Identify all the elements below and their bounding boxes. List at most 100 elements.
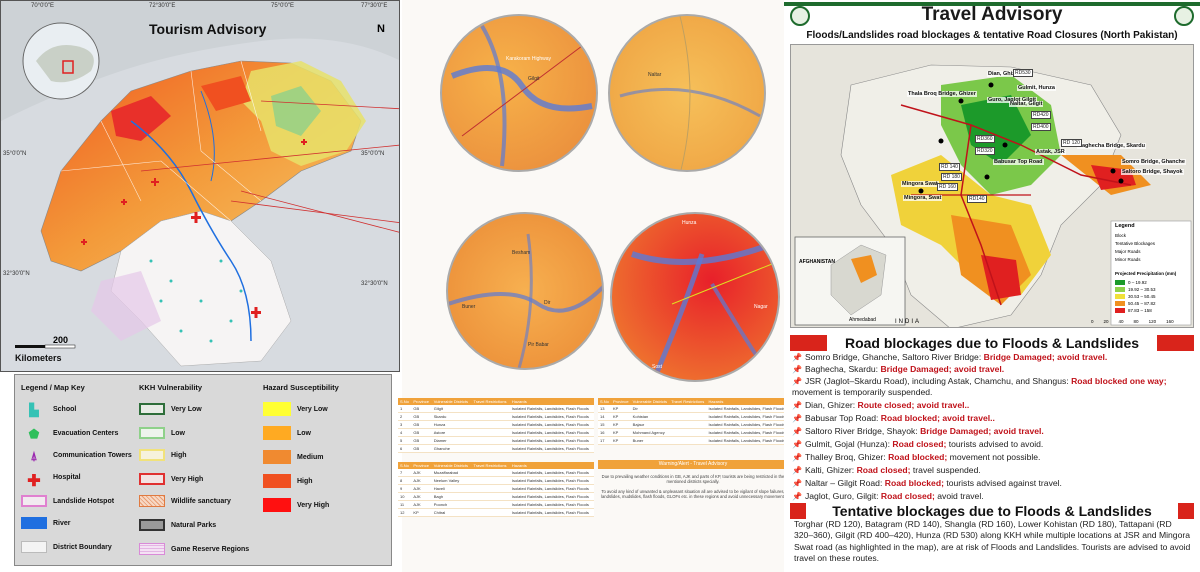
district-table-kp: S.No Province Vulnerable Districts Travel R… <box>598 398 788 445</box>
advisory-title: Travel Advisory <box>921 4 1063 25</box>
lon-label: 77°30'0"E <box>361 3 388 9</box>
hazard-title: Hazard Susceptibility <box>263 383 339 392</box>
kkh-title: KKH Vulnerability <box>139 383 203 392</box>
tourism-advisory-map: Tourism Advisory 70°0'0"E 72°30'0"E 75°0… <box>0 0 400 372</box>
river-swatch <box>21 517 47 529</box>
road-closure-map: Dian, Ghizer Gulmit, Hunza Thala Broq Br… <box>790 44 1194 328</box>
lat-label: 35°0'0"N <box>361 151 385 157</box>
pin-icon: 📌 <box>792 466 802 475</box>
list-item: 📌 Babusar Top Road: Road blocked; avoid t… <box>792 413 995 423</box>
legend-item-evacuation: ⬟ Evacuation Centers <box>21 425 119 441</box>
scale-value: 200 <box>53 335 69 345</box>
list-item: 📌 Baghecha, Skardu: Bridge Damaged; avoid… <box>792 364 1005 374</box>
evacuation-center-icon: ⬟ <box>28 427 40 441</box>
advisory-subtitle: Floods/Landslides road blockages & tenta… <box>806 30 1178 41</box>
hazard-low: Low <box>263 425 311 441</box>
district-table-gb: S.No Province Vulnerable Districts Travel R… <box>398 398 594 453</box>
travel-advisory-panel: Travel Advisory Floods/Landslides road b… <box>784 0 1200 572</box>
communication-tower-icon: ⍋ <box>30 449 38 463</box>
section-header-tentative: Tentative blockages due to Floods & Land… <box>790 501 1194 521</box>
district-boundary-swatch <box>21 541 47 553</box>
pin-icon: 📌 <box>792 427 802 436</box>
table-row: 7 AJK Muzaffarabad Isolated Rainfalls, Land… <box>398 469 594 477</box>
hazard-very-low: Very Low <box>263 401 328 417</box>
list-item: 📌 Thalley Broq, Ghizer: Road blocked; mov… <box>792 452 1041 462</box>
legend-item-hospital: ✚ Hospital <box>21 469 80 490</box>
zoom-circle-buner: Besham Buner Dir Pir Babar <box>446 212 604 370</box>
section-header-blockages: Road blockages due to Floods & Landslide… <box>790 333 1194 353</box>
pin-icon: 📌 <box>792 401 802 410</box>
pin-icon: 📌 <box>792 365 802 374</box>
district-table-ajk: S.No Province Vulnerable Districts Travel R… <box>398 462 594 517</box>
game-reserve: Game Reserve Regions <box>139 541 249 557</box>
kkh-very-high: Very High <box>139 471 203 487</box>
hazard-medium: Medium <box>263 449 323 465</box>
hospital-icon: ✚ <box>27 473 41 490</box>
lat-label: 32°30'0"N <box>3 271 30 277</box>
lat-label: 32°30'0"N <box>361 281 388 287</box>
wildlife-sanctuary: Wildlife sanctuary <box>139 493 231 509</box>
table-row: 15 KP Bajaur Isolated Rainfalls, Landslides… <box>598 420 788 429</box>
list-item: 📌 Kalti, Ghizer: Road closed; travel susp… <box>792 465 981 475</box>
landslide-hotspot-swatch <box>21 495 47 507</box>
table-row: 9 AJK Haveli Isolated Rainfalls, Landslides… <box>398 484 594 493</box>
list-item: 📌 JSR (Jaglot–Skardu Road), including Ast… <box>792 376 1167 397</box>
table-row: 3 GB Hunza Isolated Rainfalls, Landslides, … <box>398 420 594 429</box>
lon-label: 75°0'0"E <box>271 3 295 9</box>
table-row: 4 GB Astore Isolated Rainfalls, Landslides,… <box>398 428 594 437</box>
tourism-map-graphic <box>1 1 399 371</box>
pin-icon: 📌 <box>792 440 802 449</box>
map-legend-block: Block Tentative Blockages Major Roads Mi… <box>1115 233 1156 262</box>
pin-icon: 📌 <box>792 453 802 462</box>
legend-item-district: District Boundary <box>21 539 112 555</box>
legend-item-river: River <box>21 515 71 531</box>
zoom-circle-naltar: Naltar <box>608 14 766 172</box>
pin-icon: 📌 <box>792 377 802 386</box>
warning-text: Due to prevailing weather conditions in … <box>601 474 785 500</box>
north-arrow: N <box>377 23 385 35</box>
list-item: 📌 Dian, Ghizer: Route closed; avoid trave… <box>792 400 970 410</box>
zoom-circle-hunza: Hunza Nagar Sost <box>610 212 780 382</box>
precip-legend: 0 – 19.92 19.92 – 30.53 30.53 – 50.45 50… <box>1115 279 1156 314</box>
lon-label: 72°30'0"E <box>149 3 176 9</box>
scale-label: Kilometers <box>15 353 62 363</box>
natural-parks: Natural Parks <box>139 517 216 533</box>
warning-title: Warning/Alert - Travel Advisory <box>598 460 788 469</box>
pin-icon: 📌 <box>792 414 802 423</box>
table-row: 11 AJK Poonch Isolated Rainfalls, Landslide… <box>398 500 594 509</box>
lon-label: 70°0'0"E <box>31 3 55 9</box>
school-icon: ▙ <box>29 403 39 417</box>
table-row: 17 KP Buner Isolated Rainfalls, Landslides,… <box>598 436 788 445</box>
lat-label: 35°0'0"N <box>3 151 27 157</box>
table-row: 12 KP Chitral Isolated Rainfalls, Landslide… <box>398 508 594 517</box>
legend-item-school: ▙ School <box>21 401 76 417</box>
kkh-low: Low <box>139 425 185 441</box>
pin-icon: 📌 <box>792 479 802 488</box>
table-row: 6 GB Ghanche Isolated Rainfalls, Landslides… <box>398 444 594 453</box>
table-row: 5 GB Diamer Isolated Rainfalls, Landslides,… <box>398 436 594 445</box>
table-row: 16 KP Mohmand Agency Isolated Rainfalls, La… <box>598 428 788 437</box>
table-row: 13 KP Dir Isolated Rainfalls, Landslides, F… <box>598 405 788 413</box>
map-scale: 0 20 40 80 120 160 <box>1091 319 1174 324</box>
table-row: 14 KP Kohistan Isolated Rainfalls, Landslid… <box>598 412 788 421</box>
list-item: 📌 Naltar – Gilgit Road: Road blocked; tou… <box>792 478 1062 488</box>
list-item: 📌 Somro Bridge, Ghanche, Saltoro River Br… <box>792 352 1108 362</box>
list-item: 📌 Saltoro River Bridge, Shayok: Bridge Da… <box>792 426 1044 436</box>
kkh-very-low: Very Low <box>139 401 202 417</box>
table-row: 2 GB Skardu Isolated Rainfalls, Landslides,… <box>398 412 594 421</box>
list-item: 📌 Gulmit, Gojal (Hunza): Road closed; tou… <box>792 439 1044 449</box>
hazard-very-high: Very High <box>263 497 329 513</box>
legend-item-landslide: Landslide Hotspot <box>21 493 114 509</box>
table-row: 8 AJK Neelum Valley Isolated Rainfalls, Lan… <box>398 476 594 485</box>
map-title: Tourism Advisory <box>149 21 267 37</box>
legend-item-tower: ⍋ Communication Towers <box>21 447 131 463</box>
hazard-high: High <box>263 473 313 489</box>
pin-icon: 📌 <box>792 492 802 501</box>
legend-title: Legend / Map Key <box>21 383 85 392</box>
table-row: 10 AJK Bagh Isolated Rainfalls, Landslides,… <box>398 492 594 501</box>
zoom-circle-gilgit: Karakoram Highway Gilgit <box>440 14 598 172</box>
table-row: 1 GB Gilgit Isolated Rainfalls, Landslides,… <box>398 405 594 413</box>
tentative-blockages-text: Torghar (RD 120), Batagram (RD 140), Sha… <box>794 519 1191 564</box>
pin-icon: 📌 <box>792 353 802 362</box>
kkh-high: High <box>139 447 187 463</box>
